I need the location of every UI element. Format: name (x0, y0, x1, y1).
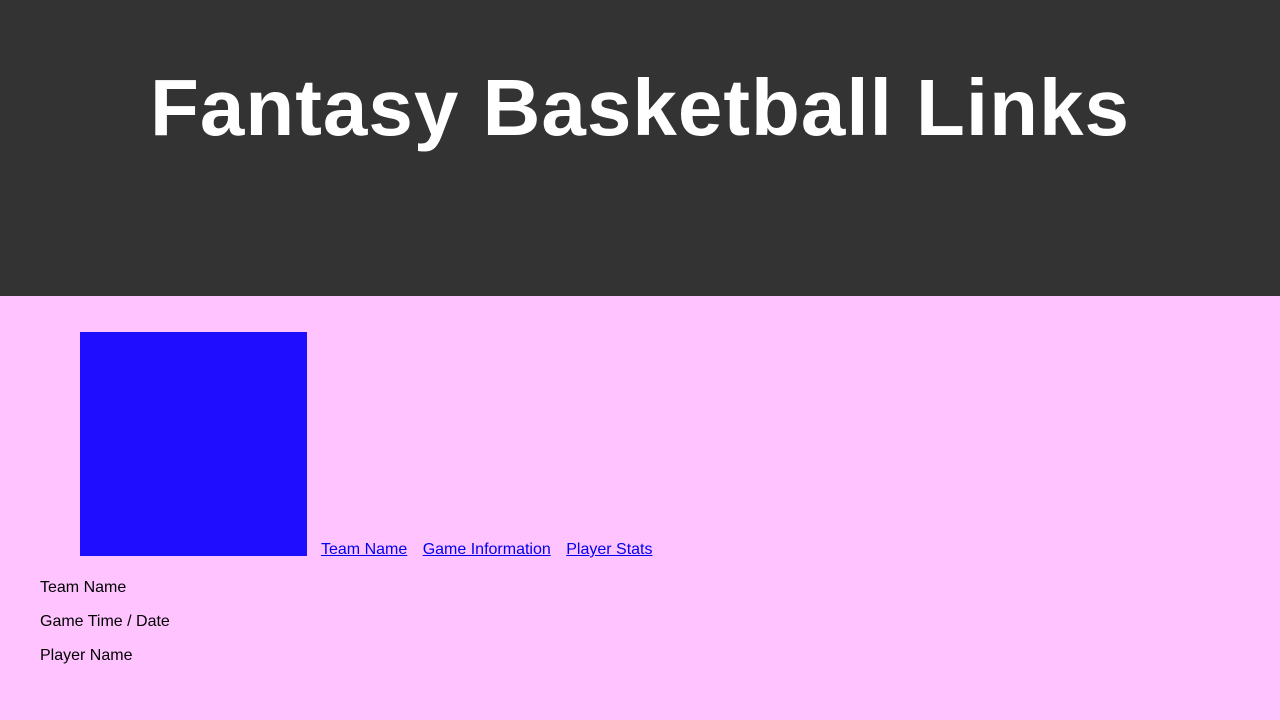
nav-link-team-name[interactable]: Team Name (321, 541, 407, 558)
team-name-text: Team Name (40, 579, 127, 596)
player-name-text: Player Name (40, 647, 133, 664)
page-header: Fantasy Basketball Links (0, 0, 1280, 296)
nav-link-game-information[interactable]: Game Information (423, 541, 551, 558)
nav-links: Team Name Game Information Player Stats (321, 540, 663, 560)
page-title: Fantasy Basketball Links (150, 63, 1130, 152)
nav-link-player-stats[interactable]: Player Stats (566, 541, 652, 558)
game-time-text: Game Time / Date (40, 613, 170, 630)
team-logo-placeholder (80, 332, 307, 556)
